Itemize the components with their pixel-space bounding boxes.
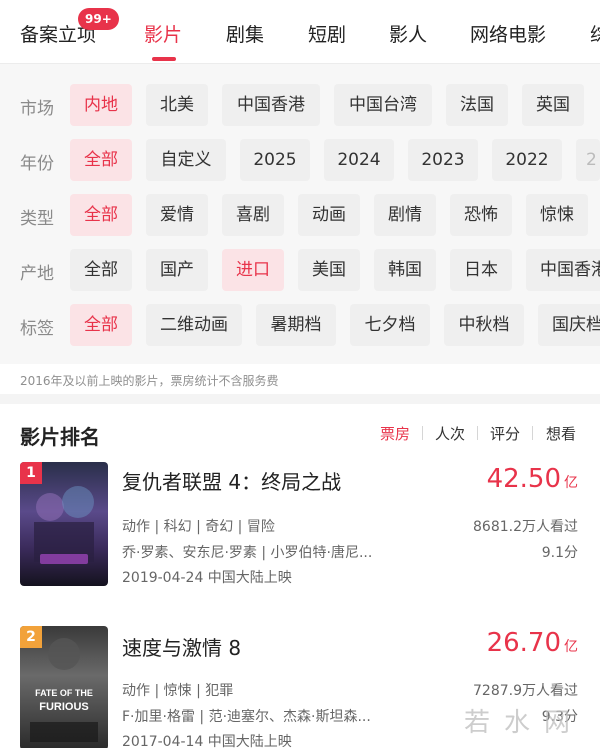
tab-variety[interactable]: 综 [590,20,600,47]
filter-row-year: 年份 全部 自定义 2025 2024 2023 2022 2 [0,139,600,181]
chip-origin-imported[interactable]: 进口 [222,249,284,291]
stats-note: 2016年及以前上映的影片，票房统计不含服务费 [20,374,279,388]
chip-market-na[interactable]: 北美 [146,84,208,126]
movie-release: 2017-04-14 中国大陆上映 [122,734,292,748]
chip-year-custom[interactable]: 自定义 [146,139,226,181]
chip-tag-2d-animation[interactable]: 二维动画 [146,304,242,346]
movie-title[interactable]: 复仇者联盟 4：终局之战 [122,466,341,495]
chip-tag-summer[interactable]: 暑期档 [256,304,336,346]
movie-title[interactable]: 速度与激情 8 [122,632,241,661]
chip-year-2024[interactable]: 2024 [324,139,394,181]
filter-row-genre: 类型 全部 爱情 喜剧 动画 剧情 恐怖 惊悚 [0,194,600,236]
chip-origin-kr[interactable]: 韩国 [374,249,436,291]
chip-genre-horror[interactable]: 恐怖 [450,194,512,236]
box-office: 42.50 亿 [487,464,578,494]
chip-tag-national-day[interactable]: 国庆档 [538,304,600,346]
chip-tag-qixi[interactable]: 七夕档 [350,304,430,346]
chip-year-all[interactable]: 全部 [70,139,132,181]
chip-genre-all[interactable]: 全部 [70,194,132,236]
category-tab-bar: 备案立项 99+ 影片 剧集 短剧 影人 网络电影 综 [0,0,600,64]
box-office-value: 26.70 [486,628,561,658]
filter-label: 年份 [20,154,54,174]
tab-web-movies[interactable]: 网络电影 [470,20,546,47]
sort-box-office[interactable]: 票房 [380,423,410,444]
chip-genre-comedy[interactable]: 喜剧 [222,194,284,236]
filter-row-tag: 标签 全部 二维动画 暑期档 七夕档 中秋档 国庆档 [0,304,600,346]
chip-market-mainland[interactable]: 内地 [70,84,132,126]
filter-row-market: 市场 内地 北美 中国香港 中国台湾 法国 英国 [0,84,600,126]
movie-genres: 动作 | 科幻 | 奇幻 | 冒险 [122,519,275,535]
filter-panel: 市场 内地 北美 中国香港 中国台湾 法国 英国 年份 全部 自定义 2025 … [0,64,600,364]
chip-tag-mid-autumn[interactable]: 中秋档 [444,304,524,346]
chip-market-hk[interactable]: 中国香港 [222,84,320,126]
chip-origin-hk[interactable]: 中国香港 [526,249,600,291]
chip-origin-us[interactable]: 美国 [298,249,360,291]
notification-badge: 99+ [78,8,119,30]
filter-label: 类型 [20,209,54,229]
tab-series[interactable]: 剧集 [226,20,264,47]
sort-rating[interactable]: 评分 [490,423,520,444]
movie-viewers: 7287.9万人看过 [473,683,578,699]
svg-text:FURIOUS: FURIOUS [39,701,89,713]
chip-genre-drama[interactable]: 剧情 [374,194,436,236]
movie-genres: 动作 | 惊悚 | 犯罪 [122,683,234,699]
tab-movies[interactable]: 影片 [144,20,182,47]
chip-market-uk[interactable]: 英国 [522,84,584,126]
chip-origin-domestic[interactable]: 国产 [146,249,208,291]
tab-people[interactable]: 影人 [389,20,427,47]
filter-row-origin: 产地 全部 国产 进口 美国 韩国 日本 中国香港 [0,249,600,291]
chip-genre-thriller[interactable]: 惊悚 [526,194,588,236]
section-divider [0,394,600,404]
rank-badge: 2 [20,626,42,648]
active-tab-indicator [152,57,176,61]
chip-market-fr[interactable]: 法国 [446,84,508,126]
movie-poster[interactable]: 1 [20,462,108,586]
movie-cast: 乔·罗素、安东尼·罗素 | 小罗伯特·唐尼... [122,545,373,561]
sort-divider [422,426,423,440]
chip-genre-romance[interactable]: 爱情 [146,194,208,236]
movie-viewers: 8681.2万人看过 [473,519,578,535]
sort-divider [532,426,533,440]
sort-divider [477,426,478,440]
movie-cast: F·加里·格雷 | 范·迪塞尔、杰森·斯坦森... [122,709,371,725]
chip-year-2025[interactable]: 2025 [240,139,310,181]
filter-label: 市场 [20,99,54,119]
chip-origin-jp[interactable]: 日本 [450,249,512,291]
svg-text:FATE OF THE: FATE OF THE [35,688,93,698]
chip-genre-animation[interactable]: 动画 [298,194,360,236]
box-office: 26.70 亿 [487,628,578,658]
chip-tag-all[interactable]: 全部 [70,304,132,346]
site-watermark: 若水网 [464,708,585,738]
movie-release: 2019-04-24 中国大陆上映 [122,570,292,586]
chip-origin-all[interactable]: 全部 [70,249,132,291]
box-office-unit: 亿 [564,639,578,655]
movie-poster[interactable]: FATE OF THE FURIOUS 2 [20,626,108,748]
rank-badge: 1 [20,462,42,484]
sort-admissions[interactable]: 人次 [435,423,465,444]
chip-market-tw[interactable]: 中国台湾 [334,84,432,126]
box-office-unit: 亿 [564,475,578,491]
chip-year-next[interactable]: 2 [576,139,600,181]
chip-year-2023[interactable]: 2023 [408,139,478,181]
sort-want-to-see[interactable]: 想看 [546,423,576,444]
box-office-value: 42.50 [486,464,561,494]
movie-score: 9.1分 [541,545,578,561]
tab-short-drama[interactable]: 短剧 [308,20,346,47]
filter-label: 产地 [20,264,54,284]
filter-label: 标签 [20,319,54,339]
chip-year-2022[interactable]: 2022 [492,139,562,181]
ranking-title: 影片排名 [20,425,100,449]
